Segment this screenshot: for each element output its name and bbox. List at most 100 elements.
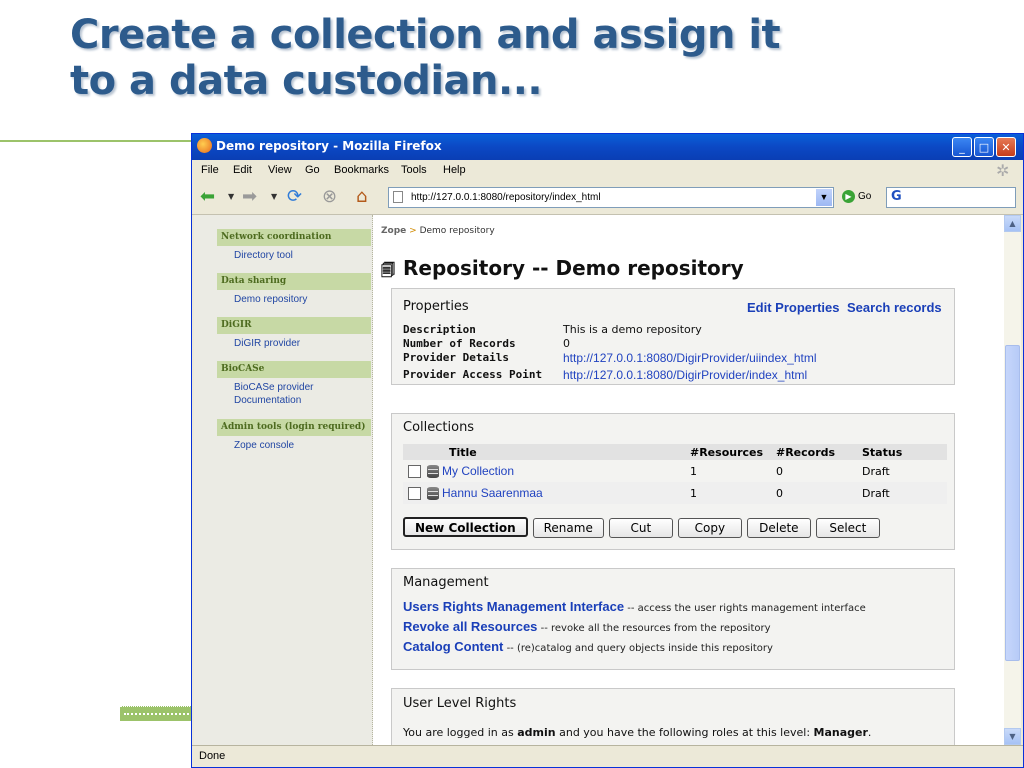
slide-decoration xyxy=(120,706,200,721)
rename-button[interactable]: Rename xyxy=(532,518,604,538)
back-dropdown-icon[interactable]: ▼ xyxy=(228,192,234,201)
resources-cell: 1 xyxy=(690,482,776,504)
user-rights-suffix: . xyxy=(867,726,872,739)
properties-panel: Properties Edit Properties Search record… xyxy=(391,288,955,385)
delete-button[interactable]: Delete xyxy=(746,518,811,538)
row-checkbox[interactable] xyxy=(408,465,421,479)
column-header-title: Title xyxy=(403,444,690,460)
collection-link[interactable]: My Collection xyxy=(442,464,514,478)
menu-view[interactable]: View xyxy=(268,164,292,176)
collections-panel: Collections Title #Resources #Records St… xyxy=(391,413,955,550)
property-label: Provider Access Point xyxy=(403,368,543,381)
table-row: My Collection 1 0 Draft xyxy=(403,460,947,482)
table-row: Hannu Saarenmaa 1 0 Draft xyxy=(403,482,947,504)
menu-edit[interactable]: Edit xyxy=(233,164,252,176)
management-heading: Management xyxy=(403,575,489,590)
collection-link[interactable]: Hannu Saarenmaa xyxy=(442,486,543,500)
go-button[interactable]: ▶ Go xyxy=(842,190,871,203)
scroll-up-icon[interactable]: ▲ xyxy=(1004,215,1021,232)
browser-window: Demo repository - Mozilla Firefox _ □ ✕ … xyxy=(191,133,1024,768)
title-bar[interactable]: Demo repository - Mozilla Firefox _ □ ✕ xyxy=(192,134,1023,160)
url-text: http://127.0.0.1:8080/repository/index_h… xyxy=(411,192,601,203)
page-icon xyxy=(393,191,403,203)
nav-heading-digir[interactable]: DiGIR xyxy=(217,317,371,334)
user-rights-middle: and you have the following roles at this… xyxy=(555,726,814,739)
nav-item-demo-repository[interactable]: Demo repository xyxy=(217,293,371,306)
menu-tools[interactable]: Tools xyxy=(401,164,427,176)
nav-item-biocase-provider[interactable]: BioCASe provider xyxy=(217,381,371,394)
breadcrumb-current[interactable]: Demo repository xyxy=(420,226,495,236)
collection-actions: New Collection Rename Cut Copy Delete Select xyxy=(403,517,885,538)
breadcrumb: Zope > Demo repository xyxy=(381,226,495,236)
nav-heading-admin[interactable]: Admin tools (login required) xyxy=(217,419,371,436)
minimize-button[interactable]: _ xyxy=(952,137,972,157)
management-description: -- revoke all the resources from the rep… xyxy=(537,623,771,634)
stop-icon[interactable]: ⊗ xyxy=(322,186,337,208)
search-records-link[interactable]: Search records xyxy=(847,300,942,315)
collections-table: Title #Resources #Records Status My Coll… xyxy=(403,444,947,504)
nav-heading-network[interactable]: Network coordination xyxy=(217,229,371,246)
go-icon: ▶ xyxy=(842,190,855,203)
forward-dropdown-icon[interactable]: ▼ xyxy=(271,192,277,201)
database-icon xyxy=(427,465,439,479)
collections-heading: Collections xyxy=(403,420,475,435)
slide-title: Create a collection and assign it to a d… xyxy=(70,12,781,104)
nav-heading-data-sharing[interactable]: Data sharing xyxy=(217,273,371,290)
nav-group-admin: Admin tools (login required) Zope consol… xyxy=(217,419,371,452)
nav-item-digir-provider[interactable]: DiGIR provider xyxy=(217,337,371,350)
home-icon[interactable]: ⌂ xyxy=(356,186,367,208)
menu-bookmarks[interactable]: Bookmarks xyxy=(334,164,389,176)
close-button[interactable]: ✕ xyxy=(996,137,1016,157)
property-value: 0 xyxy=(563,337,570,350)
row-checkbox[interactable] xyxy=(408,487,421,501)
user-rights-panel: User Level Rights You are logged in as a… xyxy=(391,688,955,745)
vertical-scrollbar[interactable]: ▲ ▼ xyxy=(1004,215,1021,745)
menu-file[interactable]: File xyxy=(201,164,219,176)
cut-button[interactable]: Cut xyxy=(608,518,673,538)
nav-heading-biocase[interactable]: BioCASe xyxy=(217,361,371,378)
navigation-toolbar: ⬅ ▼ ➡ ▼ ⟳ ⊗ ⌂ http://127.0.0.1:8080/repo… xyxy=(192,180,1023,215)
nav-item-documentation[interactable]: Documentation xyxy=(217,394,371,407)
collection-title-cell: My Collection xyxy=(403,460,690,482)
copy-button[interactable]: Copy xyxy=(677,518,742,538)
nav-group-digir: DiGIR DiGIR provider xyxy=(217,317,371,350)
window-title: Demo repository - Mozilla Firefox xyxy=(216,139,442,153)
catalog-content-link[interactable]: Catalog Content xyxy=(403,639,503,654)
new-collection-button[interactable]: New Collection xyxy=(403,517,528,537)
maximize-button[interactable]: □ xyxy=(974,137,994,157)
column-header-records: #Records xyxy=(776,444,862,460)
menu-help[interactable]: Help xyxy=(443,164,466,176)
select-button[interactable]: Select xyxy=(815,518,880,538)
user-rights-prefix: You are logged in as xyxy=(403,726,518,739)
address-bar[interactable]: http://127.0.0.1:8080/repository/index_h… xyxy=(388,187,834,208)
scroll-down-icon[interactable]: ▼ xyxy=(1004,728,1021,745)
forward-icon[interactable]: ➡ xyxy=(242,186,257,208)
collection-title-cell: Hannu Saarenmaa xyxy=(403,482,690,504)
provider-details-link[interactable]: http://127.0.0.1:8080/DigirProvider/uiin… xyxy=(563,351,816,365)
menu-go[interactable]: Go xyxy=(305,164,320,176)
breadcrumb-root[interactable]: Zope xyxy=(381,226,406,236)
edit-properties-link[interactable]: Edit Properties xyxy=(747,300,839,315)
user-rights-link[interactable]: Users Rights Management Interface xyxy=(403,599,624,614)
user-role: Manager xyxy=(813,726,868,739)
throbber-icon: ✲ xyxy=(996,163,1010,180)
revoke-resources-link[interactable]: Revoke all Resources xyxy=(403,619,537,634)
search-box[interactable]: G xyxy=(886,187,1016,208)
status-bar: Done xyxy=(192,745,1023,768)
url-dropdown-icon[interactable]: ▼ xyxy=(816,189,832,206)
scroll-thumb[interactable] xyxy=(1005,345,1020,661)
repository-icon: 🗐 xyxy=(381,263,395,279)
back-icon[interactable]: ⬅ xyxy=(200,186,215,208)
nav-group-data-sharing: Data sharing Demo repository xyxy=(217,273,371,306)
status-text: Done xyxy=(199,750,226,762)
slide-title-line-1: Create a collection and assign it xyxy=(70,12,781,58)
nav-group-biocase: BioCASe BioCASe provider Documentation xyxy=(217,361,371,407)
nav-group-network: Network coordination Directory tool xyxy=(217,229,371,262)
provider-access-point-link[interactable]: http://127.0.0.1:8080/DigirProvider/inde… xyxy=(563,368,807,382)
nav-item-zope-console[interactable]: Zope console xyxy=(217,439,371,452)
nav-item-directory-tool[interactable]: Directory tool xyxy=(217,249,371,262)
page-title: Repository -- Demo repository xyxy=(403,256,744,280)
reload-icon[interactable]: ⟳ xyxy=(287,186,302,208)
status-cell: Draft xyxy=(862,482,947,504)
left-navigation: Network coordination Directory tool Data… xyxy=(194,215,373,745)
